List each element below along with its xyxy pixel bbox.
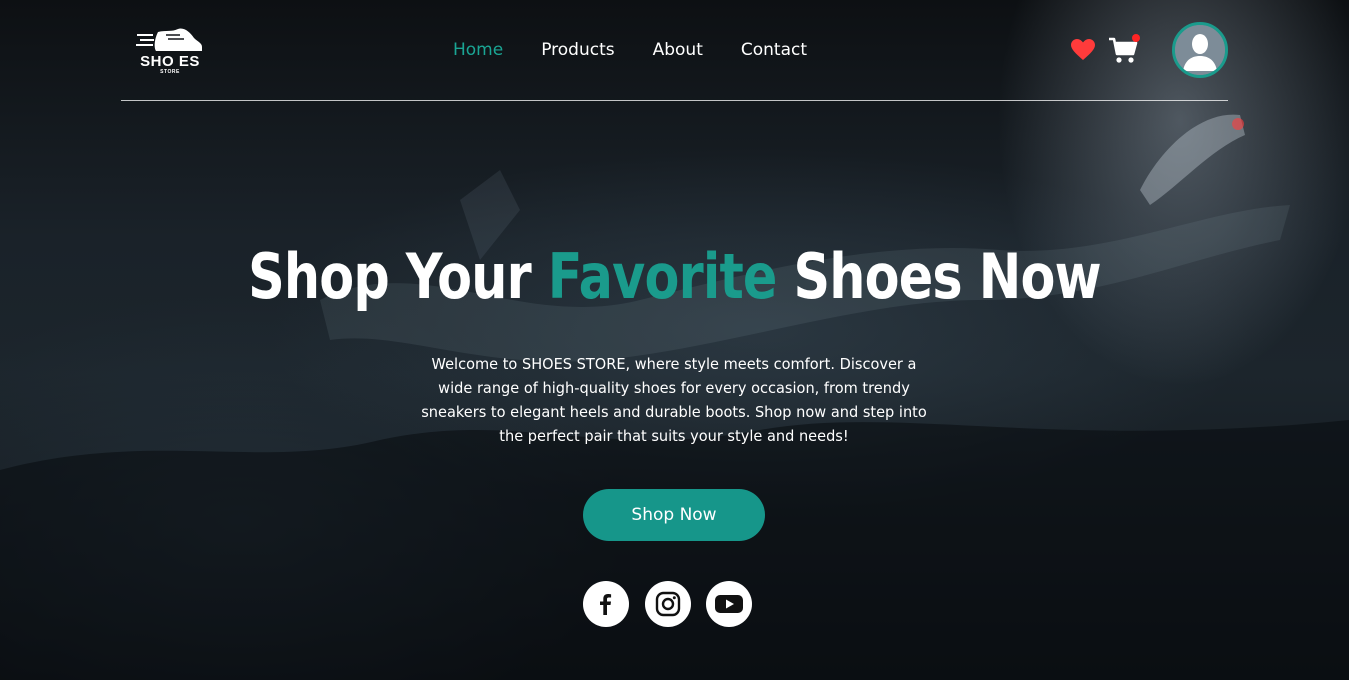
cart-badge	[1132, 34, 1140, 42]
main-nav: Home Products About Contact	[453, 40, 807, 60]
instagram-icon	[655, 591, 681, 617]
heart-icon[interactable]	[1070, 38, 1096, 62]
shop-now-button[interactable]: Shop Now	[583, 489, 765, 541]
brand-logo[interactable]: SHO ES STORE	[136, 26, 204, 78]
hero-background-art	[0, 114, 1349, 680]
instagram-link[interactable]	[645, 581, 691, 627]
logo-subtext: STORE	[160, 69, 180, 75]
facebook-link[interactable]	[583, 581, 629, 627]
youtube-icon	[715, 595, 743, 613]
nav-item-contact[interactable]: Contact	[741, 40, 807, 60]
hero-title-part1: Shop Your	[248, 240, 548, 313]
nav-item-products[interactable]: Products	[541, 40, 614, 60]
logo-text: SHO ES	[140, 53, 200, 70]
hero-intro: Welcome to SHOES STORE, where style meet…	[421, 355, 927, 445]
avatar[interactable]	[1172, 22, 1228, 78]
sneaker-icon	[136, 28, 202, 51]
user-icon	[1175, 25, 1225, 75]
hero-title: Shop Your Favorite Shoes Now	[121, 240, 1227, 313]
hero-background	[0, 0, 1349, 680]
youtube-link[interactable]	[706, 581, 752, 627]
facebook-icon	[600, 594, 612, 615]
hero-title-part2: Shoes Now	[776, 240, 1101, 313]
nav-item-home[interactable]: Home	[453, 40, 503, 60]
site-header: SHO ES STORE Home Products About Contact	[121, 0, 1228, 101]
nav-item-about[interactable]: About	[653, 40, 703, 60]
hero-title-accent: Favorite	[547, 240, 778, 313]
